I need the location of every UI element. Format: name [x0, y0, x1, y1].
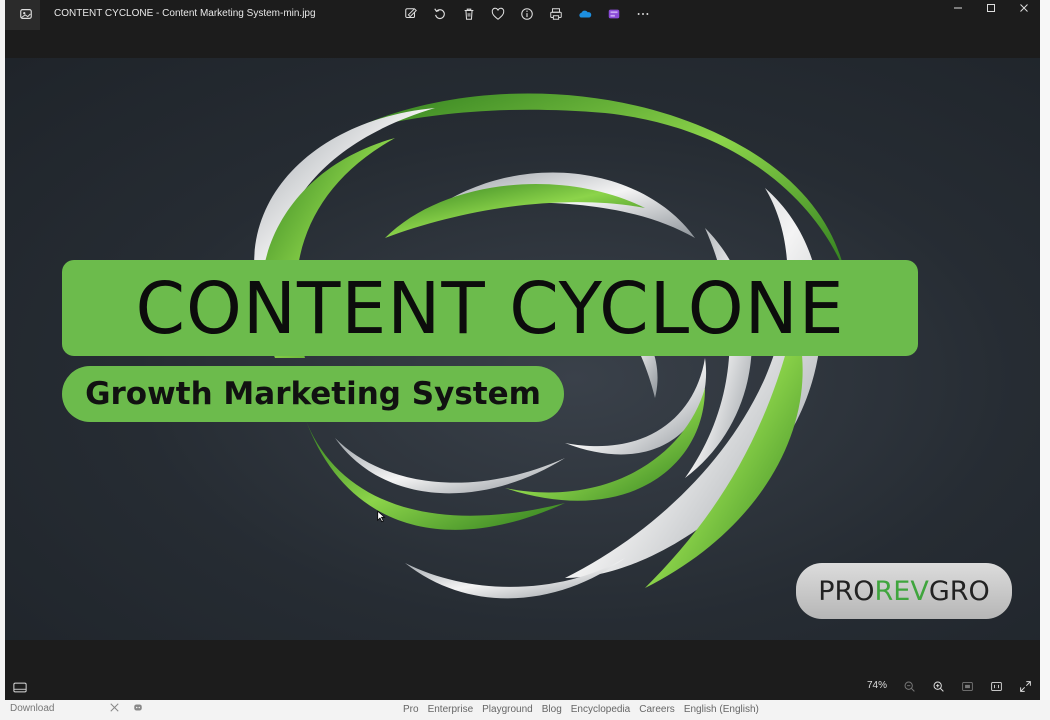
- zoom-in-button[interactable]: [928, 678, 948, 694]
- logo-pro: PRO: [818, 575, 875, 607]
- social-icons: [110, 703, 143, 712]
- prorevgro-logo-badge: PRO REV GRO: [796, 563, 1012, 619]
- zoom-level[interactable]: 74%: [867, 680, 887, 691]
- maximize-icon: [986, 4, 995, 12]
- zoom-out-button[interactable]: [899, 678, 919, 694]
- close-button[interactable]: [1007, 0, 1040, 16]
- headline-text: CONTENT CYCLONE: [135, 266, 845, 350]
- filmstrip-icon: [13, 682, 27, 693]
- onedrive-icon: [578, 10, 591, 18]
- discord-icon[interactable]: [133, 703, 143, 712]
- actual-size-button[interactable]: [986, 678, 1006, 694]
- edit-button[interactable]: [399, 3, 422, 25]
- delete-button[interactable]: [457, 3, 480, 25]
- actual-size-icon: [990, 681, 1002, 691]
- download-link[interactable]: Download: [10, 703, 54, 714]
- subheadline-text: Growth Marketing System: [85, 376, 541, 412]
- image-canvas[interactable]: CONTENT CYCLONE Growth Marketing System …: [5, 58, 1040, 640]
- footer-link-pro[interactable]: Pro: [403, 704, 419, 715]
- onedrive-button[interactable]: [573, 3, 596, 25]
- footer-link-blog[interactable]: Blog: [542, 704, 562, 715]
- logo-gro: GRO: [928, 575, 990, 607]
- fullscreen-button[interactable]: [1015, 678, 1035, 694]
- zoom-in-icon: [933, 681, 944, 692]
- minimize-button[interactable]: [941, 0, 974, 16]
- edit-icon: [404, 8, 417, 19]
- download-label: Download: [10, 703, 55, 714]
- window-title: CONTENT CYCLONE - Content Marketing Syst…: [54, 8, 316, 19]
- fit-to-window-button[interactable]: [957, 678, 977, 694]
- rotate-button[interactable]: [428, 3, 451, 25]
- clipchamp-icon: [608, 9, 619, 19]
- fullscreen-icon: [1019, 680, 1031, 692]
- status-bar: 74%: [5, 672, 1040, 700]
- close-icon: [1019, 4, 1028, 12]
- filmstrip-toggle-button[interactable]: [13, 680, 27, 698]
- photos-app-window: CONTENT CYCLONE - Content Marketing Syst…: [5, 0, 1040, 700]
- headline-banner: CONTENT CYCLONE: [62, 260, 918, 356]
- footer-link-enterprise[interactable]: Enterprise: [428, 704, 474, 715]
- delete-icon: [464, 8, 473, 20]
- window-controls: [941, 0, 1040, 16]
- x-twitter-icon[interactable]: [110, 703, 119, 712]
- image-toolbar: [399, 3, 654, 25]
- title-bar: CONTENT CYCLONE - Content Marketing Syst…: [5, 0, 1040, 30]
- minimize-icon: [953, 7, 962, 9]
- fit-window-icon: [961, 681, 973, 691]
- maximize-button[interactable]: [974, 0, 1007, 16]
- clipchamp-button[interactable]: [602, 3, 625, 25]
- footer-link-encyclopedia[interactable]: Encyclopedia: [571, 704, 630, 715]
- photos-app-icon: [17, 5, 35, 23]
- rotate-icon: [433, 8, 445, 19]
- footer-nav: Pro Enterprise Playground Blog Encyclope…: [403, 704, 759, 715]
- more-options-button[interactable]: [631, 3, 654, 25]
- logo-rev: REV: [874, 575, 929, 607]
- favorite-button[interactable]: [486, 3, 509, 25]
- zoom-out-icon: [904, 681, 915, 692]
- footer-link-playground[interactable]: Playground: [482, 704, 533, 715]
- language-selector[interactable]: English (English): [684, 704, 759, 715]
- more-icon: [637, 13, 648, 15]
- mouse-cursor-icon: [377, 510, 386, 523]
- zoom-controls: [899, 678, 1035, 694]
- info-button[interactable]: [515, 3, 538, 25]
- subheadline-banner: Growth Marketing System: [62, 366, 564, 422]
- footer-link-careers[interactable]: Careers: [639, 704, 675, 715]
- background-browser-page: Download Pro Enterprise Playground Blog …: [0, 700, 1050, 720]
- print-icon: [549, 8, 562, 20]
- info-icon: [520, 8, 533, 20]
- favorite-icon: [491, 7, 504, 20]
- background-page-edge: [1040, 0, 1050, 720]
- print-button[interactable]: [544, 3, 567, 25]
